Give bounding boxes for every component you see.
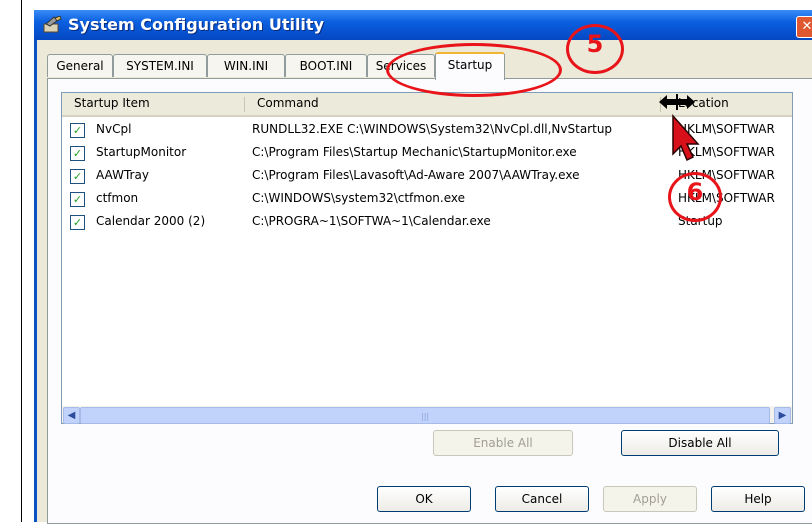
tab-boot-ini[interactable]: BOOT.INI bbox=[285, 54, 367, 77]
startup-item-name: Calendar 2000 (2) bbox=[96, 214, 206, 228]
close-button[interactable]: ✕ bbox=[796, 16, 812, 38]
column-divider[interactable] bbox=[244, 97, 245, 112]
tab-system-ini[interactable]: SYSTEM.INI bbox=[113, 54, 207, 77]
startup-item-command: RUNDLL32.EXE C:\WINDOWS\System32\NvCpl.d… bbox=[252, 122, 613, 136]
startup-item-command: C:\Program Files\Startup Mechanic\Startu… bbox=[252, 145, 577, 159]
step-6-number: 6 bbox=[686, 178, 704, 206]
window-title: System Configuration Utility bbox=[68, 15, 324, 34]
scrollbar-thumb[interactable]: ||| bbox=[80, 407, 770, 424]
scroll-right-button[interactable]: ▶ bbox=[774, 407, 791, 424]
startup-item-name: AAWTray bbox=[96, 168, 149, 182]
tab-startup[interactable]: Startup bbox=[435, 52, 505, 80]
step-5-number: 5 bbox=[586, 30, 604, 58]
enabled-checkbox[interactable]: ✓ bbox=[70, 123, 85, 138]
title-bar[interactable]: System Configuration Utility ✕ bbox=[34, 10, 812, 40]
column-header-startup-item[interactable]: Startup Item bbox=[74, 96, 150, 110]
enabled-checkbox[interactable]: ✓ bbox=[70, 169, 85, 184]
enabled-checkbox[interactable]: ✓ bbox=[70, 215, 85, 230]
startup-item-command: C:\Program Files\Lavasoft\Ad-Aware 2007\… bbox=[252, 168, 580, 182]
scroll-left-button[interactable]: ◀ bbox=[63, 407, 80, 424]
enabled-checkbox[interactable]: ✓ bbox=[70, 192, 85, 207]
column-resize-cursor-icon bbox=[659, 94, 695, 110]
column-header-command[interactable]: Command bbox=[257, 96, 319, 110]
apply-button[interactable]: Apply bbox=[603, 486, 697, 512]
tab-win-ini[interactable]: WIN.INI bbox=[207, 54, 285, 77]
startup-item-command: C:\WINDOWS\system32\ctfmon.exe bbox=[252, 191, 466, 205]
horizontal-scrollbar[interactable]: ◀ ||| ▶ bbox=[62, 406, 792, 424]
ok-button[interactable]: OK bbox=[377, 486, 471, 512]
scrollbar-grip-icon: ||| bbox=[421, 412, 430, 421]
help-button[interactable]: Help bbox=[711, 486, 805, 512]
red-pointer-arrow-icon bbox=[672, 114, 700, 162]
cancel-button[interactable]: Cancel bbox=[495, 486, 589, 512]
enabled-checkbox[interactable]: ✓ bbox=[70, 146, 85, 161]
startup-item-name: StartupMonitor bbox=[96, 145, 187, 159]
left-frame-line bbox=[21, 0, 22, 522]
startup-item-command: C:\PROGRA~1\SOFTWA~1\Calendar.exe bbox=[252, 214, 491, 228]
dialog-client-area: General SYSTEM.INI WIN.INI BOOT.INI Serv… bbox=[37, 40, 812, 524]
startup-item-name: NvCpl bbox=[96, 122, 132, 136]
msconfig-app-icon bbox=[43, 16, 62, 33]
startup-item-name: ctfmon bbox=[96, 191, 139, 205]
enable-all-button[interactable]: Enable All bbox=[433, 430, 573, 456]
disable-all-button[interactable]: Disable All bbox=[621, 430, 779, 456]
tab-general[interactable]: General bbox=[47, 54, 113, 77]
